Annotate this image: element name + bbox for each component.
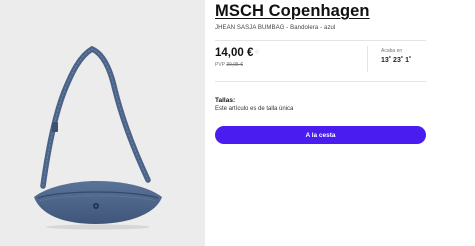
divider	[215, 40, 426, 41]
divider	[215, 81, 426, 82]
sizes-label: Tallas:	[215, 97, 236, 104]
product-info: MSCH Copenhagen JHEAN SASJA BUMBAG - Ban…	[215, 0, 470, 246]
countdown-label: Acaba en	[381, 48, 403, 54]
rrp-value: 39,95 €	[226, 62, 243, 68]
add-to-cart-button[interactable]: A la cesta	[215, 126, 426, 144]
recommended-price: PVP 39,95 €	[215, 62, 243, 68]
sizes-info: Este artículo es de talla única	[215, 106, 294, 112]
brand-link[interactable]: MSCH Copenhagen	[215, 2, 370, 21]
price-section: 14,00 € ⓘ PVP 39,95 € Acaba en 13˚ 23˚ 1…	[215, 46, 426, 76]
rrp-label: PVP	[215, 62, 225, 68]
info-icon[interactable]: ⓘ	[255, 49, 259, 55]
bag-illustration	[34, 45, 162, 230]
vertical-divider	[367, 46, 368, 72]
countdown-timer: 13˚ 23˚ 1˚	[381, 57, 412, 64]
product-subtitle: JHEAN SASJA BUMBAG - Bandolera - azul	[215, 25, 336, 31]
product-image[interactable]	[0, 0, 205, 246]
sale-price: 14,00 €	[215, 47, 254, 59]
